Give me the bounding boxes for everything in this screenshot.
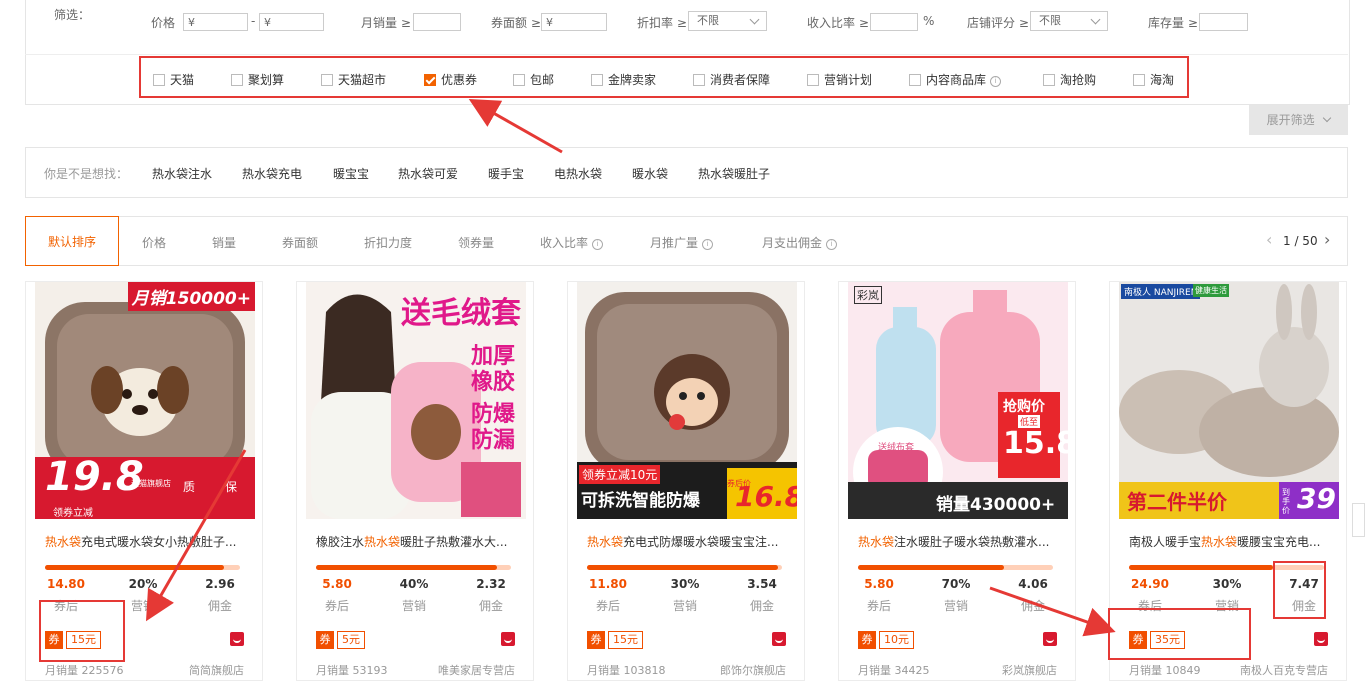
annotation-arrows — [145, 99, 1116, 637]
arrow-to-coupon — [145, 449, 247, 622]
arrow-to-coupon — [989, 586, 1116, 637]
arrow-to-coupon-checkbox — [468, 99, 563, 154]
side-scroll-handle[interactable] — [1352, 503, 1365, 537]
